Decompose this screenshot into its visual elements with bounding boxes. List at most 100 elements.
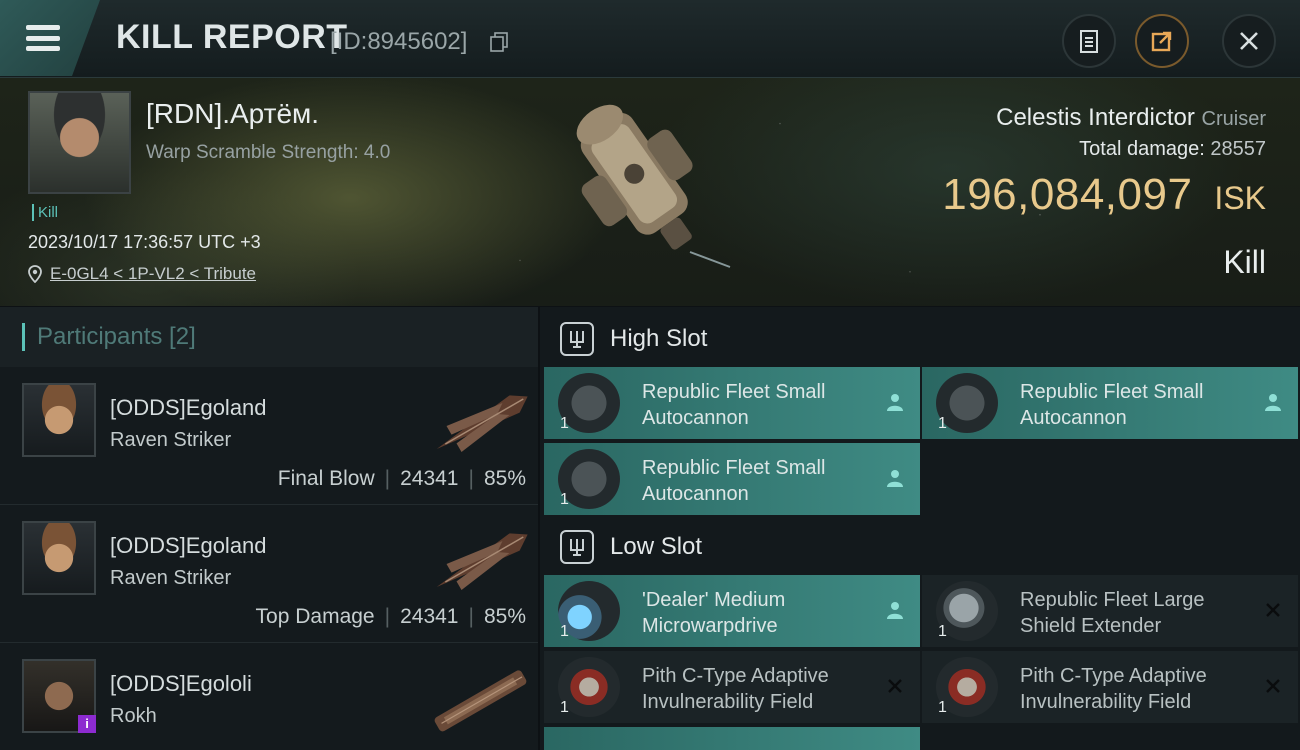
participants-label: Participants [2] [37,323,196,350]
ship-name-text: Celestis Interdictor [996,104,1195,131]
destroyed-x-icon [1266,679,1280,693]
isk-value: 196,084,097 [942,170,1193,219]
separator: | [468,467,474,490]
accent-bar [22,323,25,351]
item-name: Pith C-Type Adaptive Invulnerability Fie… [642,665,829,713]
total-damage-label: Total damage: [1079,138,1205,160]
item-quantity: 1 [560,491,569,508]
item-name: 'Dealer' Medium Microwarpdrive [642,589,786,637]
participant-stats: Top Damage | 24341 | 85% [256,605,526,629]
participant-row[interactable]: i [ODDS]Egololi Rokh [0,643,538,750]
dropped-person-icon [887,394,903,411]
victim-ship-image [576,104,731,268]
participant-ship: Rokh [110,705,157,727]
fitted-item-partial[interactable] [544,727,920,750]
low-slot-header: Low Slot [540,517,1300,577]
copy-icon[interactable] [490,32,508,52]
info-badge: i [78,715,96,733]
victim-ship-name[interactable]: Celestis Interdictor Cruiser [996,104,1266,132]
item-name: Republic Fleet Small Autocannon [1020,381,1204,429]
fitted-item[interactable]: 1 Republic Fleet Small Autocannon [544,443,920,515]
low-slot-title: Low Slot [610,533,703,560]
total-damage: Total damage: 28557 [1079,138,1266,161]
participants-header: Participants [2] [0,307,538,367]
dropped-person-icon [1265,394,1281,411]
fitted-item[interactable]: 1 Republic Fleet Large Shield Extender [922,575,1298,647]
participant-name: [ODDS]Egoland [110,395,267,420]
participant-role: Top Damage [255,605,375,628]
report-button[interactable] [1062,14,1116,68]
separator: | [468,605,474,628]
participant-avatar[interactable] [22,383,96,457]
participant-name: [ODDS]Egoland [110,533,267,558]
fitted-item[interactable]: 1 Republic Fleet Small Autocannon [544,367,920,439]
isk-value-row: 196,084,097 ISK [942,170,1266,220]
participant-stats: Final Blow | 24341 | 85% [278,467,526,491]
item-quantity: 1 [560,623,569,640]
hamburger-icon [26,25,60,51]
participant-row[interactable]: [ODDS]Egoland Raven Striker Top Damage |… [0,505,538,643]
close-button[interactable] [1222,14,1276,68]
participant-role: Final Blow [277,467,375,490]
result-label: Kill [1223,244,1266,280]
item-name: Republic Fleet Small Autocannon [642,381,826,429]
victim-section: [RDN].Артём. Warp Scramble Strength: 4.0… [0,78,1300,306]
warp-scramble-strength: Warp Scramble Strength: 4.0 [146,142,391,163]
ship-class-text: Cruiser [1201,108,1266,130]
participant-ship: Raven Striker [110,429,232,451]
participants-panel: Participants [2] [ODDS]Egoland Raven Str… [0,307,538,750]
share-button[interactable] [1135,14,1189,68]
participant-row[interactable]: [ODDS]Egoland Raven Striker Final Blow |… [0,367,538,505]
item-quantity: 1 [560,699,569,716]
low-slot-icon [560,530,594,564]
item-name: Pith C-Type Adaptive Invulnerability Fie… [1020,665,1207,713]
location-pin-icon [28,265,42,283]
high-slot-icon [560,322,594,356]
clipboard-icon [1080,30,1098,53]
close-icon [1240,32,1258,50]
location-link[interactable]: E-0GL4 < 1P-VL2 < Tribute [28,264,256,284]
participant-ship: Raven Striker [110,567,232,589]
kill-id: [ID:8945602] [330,28,468,55]
top-bar: KILL REPORT [ID:8945602] [0,0,1300,78]
participant-avatar[interactable] [22,521,96,595]
high-slot-title: High Slot [610,325,708,352]
kill-date: 2023/10/17 17:36:57 UTC +3 [28,232,261,252]
location-text[interactable]: E-0GL4 < 1P-VL2 < Tribute [50,264,256,284]
victim-avatar[interactable] [28,91,131,194]
participant-damage: 24341 [400,467,459,490]
high-slot-header: High Slot [540,309,1300,369]
participant-percent: 85% [483,467,526,490]
item-quantity: 1 [560,415,569,432]
dropped-person-icon [887,602,903,619]
participant-percent: 85% [483,605,526,628]
item-quantity: 1 [938,699,947,716]
dropped-person-icon [887,470,903,487]
item-quantity: 1 [938,415,947,432]
fitting-panel: High Slot 1 Republic Fleet Small Autocan… [540,307,1300,750]
fitted-item[interactable]: 1 Pith C-Type Adaptive Invulnerability F… [544,651,920,723]
page-title: KILL REPORT [116,18,348,56]
participant-ship-image [436,533,528,590]
total-damage-value: 28557 [1210,138,1266,160]
destroyed-x-icon [888,679,902,693]
separator: | [384,605,391,628]
item-name: Republic Fleet Small Autocannon [642,457,826,505]
participant-avatar[interactable]: i [22,659,96,733]
participant-ship-image [434,670,527,732]
item-quantity: 1 [938,623,947,640]
separator: | [384,467,391,490]
kill-tag: Kill [32,204,58,221]
destroyed-x-icon [1266,603,1280,617]
victim-name[interactable]: [RDN].Артём. [146,98,319,130]
fitted-item[interactable]: 1 Pith C-Type Adaptive Invulnerability F… [922,651,1298,723]
isk-unit: ISK [1214,180,1266,216]
fitted-item[interactable]: 1 'Dealer' Medium Microwarpdrive [544,575,920,647]
item-name: Republic Fleet Large Shield Extender [1020,589,1205,637]
share-icon [1151,31,1172,52]
fitted-item[interactable]: 1 Republic Fleet Small Autocannon [922,367,1298,439]
participant-damage: 24341 [400,605,459,628]
menu-button[interactable] [0,0,100,76]
participant-ship-image [436,395,528,452]
participant-name: [ODDS]Egololi [110,671,252,696]
